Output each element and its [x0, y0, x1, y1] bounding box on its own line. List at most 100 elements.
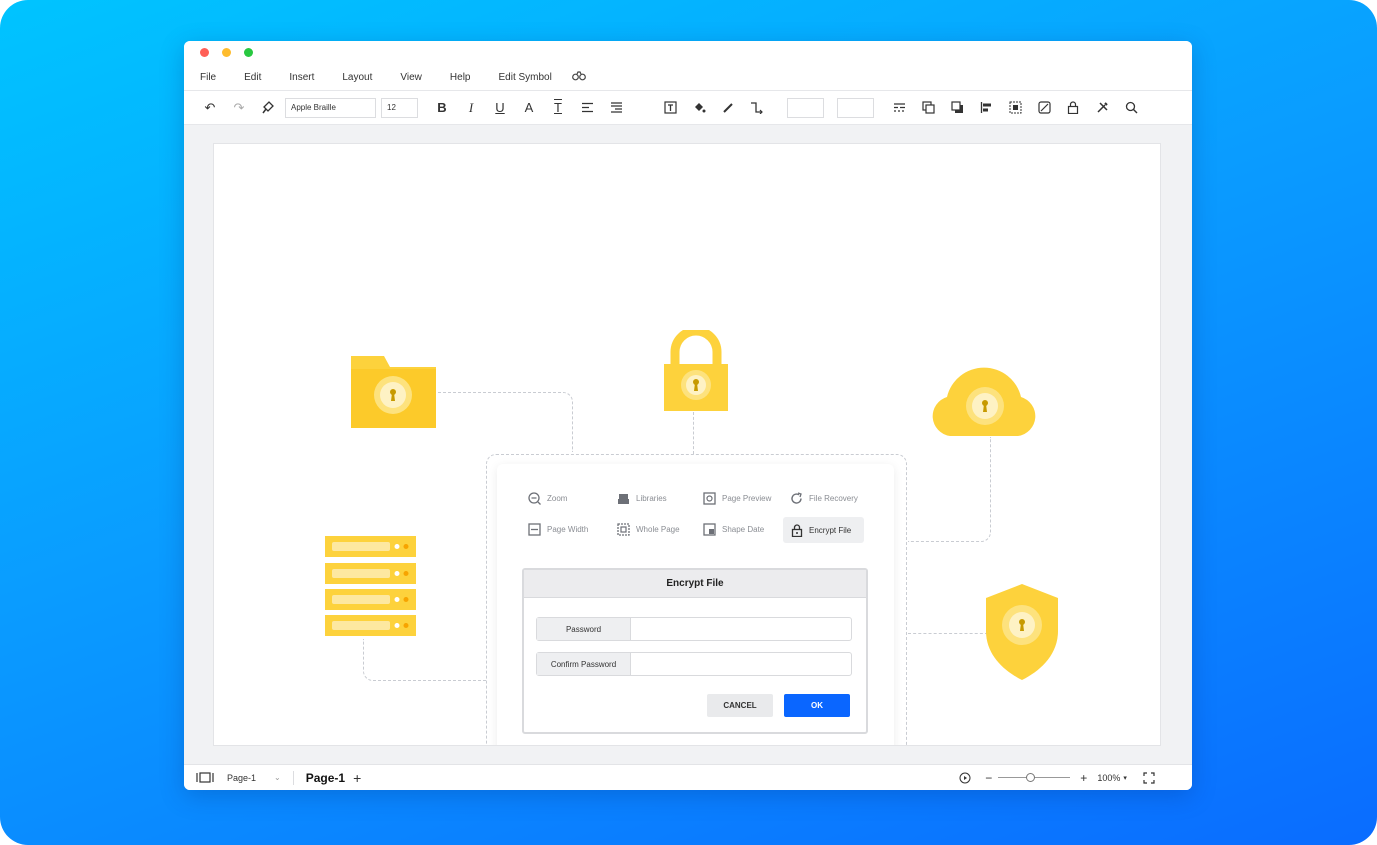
cancel-button[interactable]: CANCEL: [707, 694, 773, 717]
page-selector[interactable]: Page-1: [227, 773, 256, 783]
whole-page-icon: [617, 523, 630, 536]
minimize-window-button[interactable]: [222, 48, 231, 57]
group-icon[interactable]: [1003, 97, 1027, 119]
menu-edit[interactable]: Edit: [244, 72, 261, 83]
zoom-slider-handle[interactable]: [1026, 772, 1036, 782]
line-width-input[interactable]: [787, 97, 824, 118]
cmd-encrypt-file-label: Encrypt File: [809, 525, 852, 535]
drawing-page[interactable]: Zoom Libraries Page Preview File Recover…: [213, 143, 1161, 746]
folder-lock-icon: [350, 355, 438, 435]
cmd-libraries-label: Libraries: [636, 494, 667, 503]
zoom-chevron-down-icon[interactable]: ▾: [1123, 774, 1127, 782]
cmd-whole-page-label: Whole Page: [636, 525, 680, 534]
server-rack-icon: [324, 535, 417, 642]
toolbar: ↶ ↷ Apple Braille 12 B I U A T: [184, 91, 1192, 125]
cmd-zoom[interactable]: Zoom: [528, 492, 567, 505]
cmd-page-width-label: Page Width: [547, 525, 589, 534]
password-input[interactable]: [631, 618, 851, 640]
menu-layout[interactable]: Layout: [342, 72, 372, 83]
status-divider: [292, 770, 294, 785]
cmd-shape-date-label: Shape Date: [722, 525, 765, 534]
format-painter-icon[interactable]: [256, 97, 280, 119]
password-label: Password: [537, 618, 631, 640]
connector-icon[interactable]: [745, 97, 769, 119]
libraries-icon: [617, 492, 630, 505]
close-window-button[interactable]: [200, 48, 209, 57]
textbox-icon[interactable]: [658, 97, 682, 119]
status-bar: Page-1 ⌄ Page-1 + − + 100% ▾: [184, 764, 1192, 790]
title-bar: [184, 41, 1192, 65]
zoom-in-button[interactable]: +: [1080, 771, 1087, 785]
page-panel-icon[interactable]: [196, 772, 214, 783]
file-recovery-icon: [790, 492, 803, 505]
add-page-button[interactable]: +: [353, 770, 361, 786]
zoom-out-icon: [528, 492, 541, 505]
connector-folder: [438, 392, 573, 452]
lock-icon[interactable]: [1061, 97, 1085, 119]
confirm-password-label: Confirm Password: [537, 653, 631, 675]
shield-lock-icon: [985, 583, 1059, 686]
cloud-lock-icon: [928, 364, 1042, 443]
line-dash-input[interactable]: [837, 97, 874, 118]
menu-insert[interactable]: Insert: [289, 72, 314, 83]
play-icon[interactable]: [959, 772, 971, 784]
padlock-icon: [663, 326, 729, 417]
tab-page-1[interactable]: Page-1: [306, 771, 345, 785]
zoom-slider[interactable]: [998, 772, 1071, 783]
cmd-whole-page[interactable]: Whole Page: [617, 523, 680, 536]
font-size-input[interactable]: 12: [381, 97, 418, 118]
menu-help[interactable]: Help: [450, 72, 471, 83]
bring-front-icon[interactable]: [916, 97, 940, 119]
cmd-page-width[interactable]: Page Width: [528, 523, 588, 536]
encrypt-lock-icon: [790, 523, 803, 537]
connector-server: [363, 639, 486, 681]
cmd-libraries[interactable]: Libraries: [617, 492, 667, 505]
confirm-password-field[interactable]: Confirm Password: [536, 652, 852, 676]
fullscreen-icon[interactable]: [1143, 771, 1155, 784]
dialog-title: Encrypt File: [524, 570, 866, 598]
underline-icon[interactable]: U: [488, 97, 512, 119]
password-field[interactable]: Password: [536, 617, 852, 641]
shape-date-icon: [703, 523, 716, 536]
text-style-icon[interactable]: T: [546, 97, 570, 119]
undo-icon[interactable]: ↶: [198, 97, 222, 119]
no-fill-icon[interactable]: [1032, 97, 1056, 119]
cmd-page-preview[interactable]: Page Preview: [703, 492, 771, 505]
page-width-icon: [528, 523, 541, 536]
zoom-level[interactable]: 100%: [1097, 773, 1120, 783]
tools-icon[interactable]: [1090, 97, 1114, 119]
binoculars-icon[interactable]: [571, 71, 586, 84]
menu-view[interactable]: View: [400, 72, 422, 83]
font-color-icon[interactable]: A: [517, 97, 541, 119]
line-style-icon[interactable]: [887, 97, 911, 119]
line-spacing-icon[interactable]: [604, 97, 628, 119]
confirm-password-input[interactable]: [631, 653, 851, 675]
connector-lock: [693, 412, 694, 454]
menu-file[interactable]: File: [200, 72, 216, 83]
redo-icon[interactable]: ↷: [227, 97, 251, 119]
connector-cloud: [908, 437, 991, 542]
ok-button[interactable]: OK: [784, 694, 850, 717]
cmd-page-preview-label: Page Preview: [722, 494, 772, 503]
bold-icon[interactable]: B: [430, 97, 454, 119]
align-icon[interactable]: [575, 97, 599, 119]
maximize-window-button[interactable]: [244, 48, 253, 57]
fill-icon[interactable]: [687, 97, 711, 119]
search-icon[interactable]: [1119, 97, 1143, 119]
send-back-icon[interactable]: [945, 97, 969, 119]
zoom-out-button[interactable]: −: [985, 771, 992, 785]
chevron-down-icon[interactable]: ⌄: [274, 773, 281, 782]
line-color-icon[interactable]: [716, 97, 740, 119]
page-preview-icon: [703, 492, 716, 505]
menu-bar: File Edit Insert Layout View Help Edit S…: [184, 65, 1192, 91]
align-left-icon[interactable]: [974, 97, 998, 119]
encrypt-file-dialog: Encrypt File Password Confirm Password C…: [522, 568, 868, 734]
cmd-shape-date[interactable]: Shape Date: [703, 523, 764, 536]
menu-edit-symbol[interactable]: Edit Symbol: [498, 72, 551, 83]
italic-icon[interactable]: I: [459, 97, 483, 119]
cmd-zoom-label: Zoom: [547, 494, 568, 503]
cmd-file-recovery[interactable]: File Recovery: [790, 492, 858, 505]
cmd-encrypt-file[interactable]: Encrypt File: [783, 517, 864, 543]
font-name-input[interactable]: Apple Braille: [285, 97, 376, 118]
app-window: File Edit Insert Layout View Help Edit S…: [184, 41, 1192, 790]
